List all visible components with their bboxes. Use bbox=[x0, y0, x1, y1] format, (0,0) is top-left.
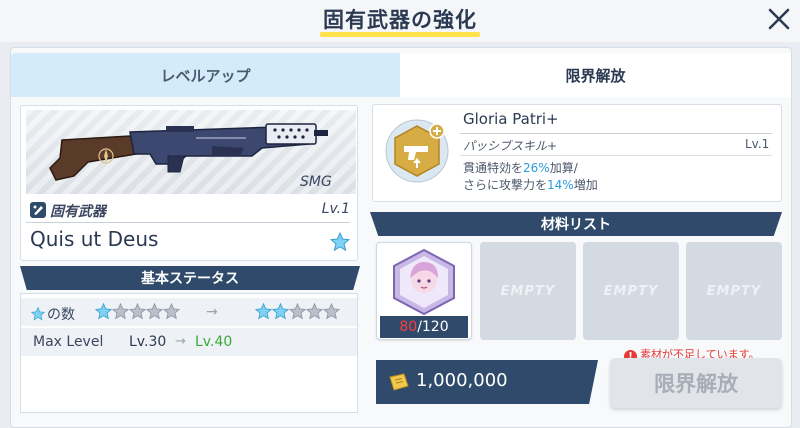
weapon-level: Lv.1 bbox=[321, 201, 350, 217]
stat-row-stars: の数 → bbox=[21, 298, 357, 326]
desc-text: 貫通特効を bbox=[463, 161, 524, 175]
material-count: 80/120 bbox=[380, 316, 468, 338]
desc-value: 26% bbox=[523, 161, 550, 175]
star-icon bbox=[330, 232, 350, 252]
empty-slot: EMPTY bbox=[583, 242, 679, 340]
weapon-label: 固有武器 bbox=[50, 204, 106, 220]
star-empty-icon bbox=[163, 303, 180, 320]
skill-description: 貫通特効を26%加算/ さらに攻撃力を14%増加 bbox=[463, 160, 598, 194]
pistol-skill-icon bbox=[385, 119, 449, 183]
tab-limit-break[interactable]: 限界解放 bbox=[400, 53, 791, 97]
star-filled-icon bbox=[255, 303, 272, 320]
desc-text: 増加 bbox=[573, 178, 598, 192]
star-empty-icon bbox=[146, 303, 163, 320]
star-empty-icon bbox=[289, 303, 306, 320]
desc-value: 14% bbox=[547, 178, 574, 192]
tab-level-up[interactable]: レベルアップ bbox=[11, 53, 400, 97]
section-materials: 材料リスト bbox=[370, 212, 782, 236]
count-need: /120 bbox=[417, 319, 449, 335]
star-empty-icon bbox=[306, 303, 323, 320]
empty-slot: EMPTY bbox=[686, 242, 782, 340]
empty-slot: EMPTY bbox=[480, 242, 576, 340]
star-filled-icon bbox=[95, 303, 112, 320]
section-basic-status: 基本ステータス bbox=[20, 266, 360, 290]
weapon-label-row: 固有武器 Lv.1 bbox=[30, 200, 350, 222]
star-icon bbox=[31, 307, 45, 321]
desc-text: 加算/ bbox=[549, 161, 578, 175]
skill-desc-line2: さらに攻撃力を14%増加 bbox=[463, 177, 598, 194]
divider bbox=[460, 155, 772, 156]
skill-level: Lv.1 bbox=[745, 137, 770, 151]
page-title: 固有武器の強化 bbox=[323, 8, 477, 32]
stat-table: の数 → Max Level Lv.30 → Lv.40 bbox=[20, 293, 358, 413]
limit-break-button[interactable]: 限界解放 bbox=[610, 358, 782, 408]
skill-desc-line1: 貫通特効を26%加算/ bbox=[463, 160, 598, 177]
stat-row-max-level: Max Level Lv.30 → Lv.40 bbox=[21, 328, 357, 356]
cost-box: 1,000,000 bbox=[376, 360, 598, 404]
weapon-badge-icon bbox=[30, 202, 46, 218]
max-level-current: Lv.30 bbox=[129, 334, 167, 350]
divider bbox=[26, 222, 350, 223]
skill-type: パッシブスキル+ bbox=[463, 139, 558, 153]
arrow-icon: → bbox=[206, 304, 218, 320]
student-eleph-icon bbox=[393, 248, 455, 316]
star-filled-icon bbox=[272, 303, 289, 320]
stat-label-stars: の数 bbox=[31, 304, 75, 324]
weapon-name: Quis ut Deus bbox=[30, 227, 159, 251]
weapon-type: SMG bbox=[300, 174, 332, 190]
current-stars bbox=[95, 303, 180, 321]
star-empty-icon bbox=[112, 303, 129, 320]
desc-text: さらに攻撃力を bbox=[463, 178, 548, 192]
star-empty-icon bbox=[323, 303, 340, 320]
count-have: 80 bbox=[399, 319, 418, 335]
stat-stars-text: の数 bbox=[47, 307, 75, 323]
arrow-icon: → bbox=[175, 334, 186, 349]
max-level-next: Lv.40 bbox=[195, 334, 233, 350]
credit-icon bbox=[389, 373, 409, 391]
max-level-label: Max Level bbox=[33, 334, 104, 350]
next-stars bbox=[255, 303, 340, 321]
divider bbox=[460, 133, 772, 134]
title-underline bbox=[320, 32, 480, 37]
star-empty-icon bbox=[129, 303, 146, 320]
cost-value: 1,000,000 bbox=[416, 370, 508, 391]
close-icon[interactable] bbox=[764, 4, 794, 34]
skill-name: Gloria Patri+ bbox=[463, 110, 559, 128]
